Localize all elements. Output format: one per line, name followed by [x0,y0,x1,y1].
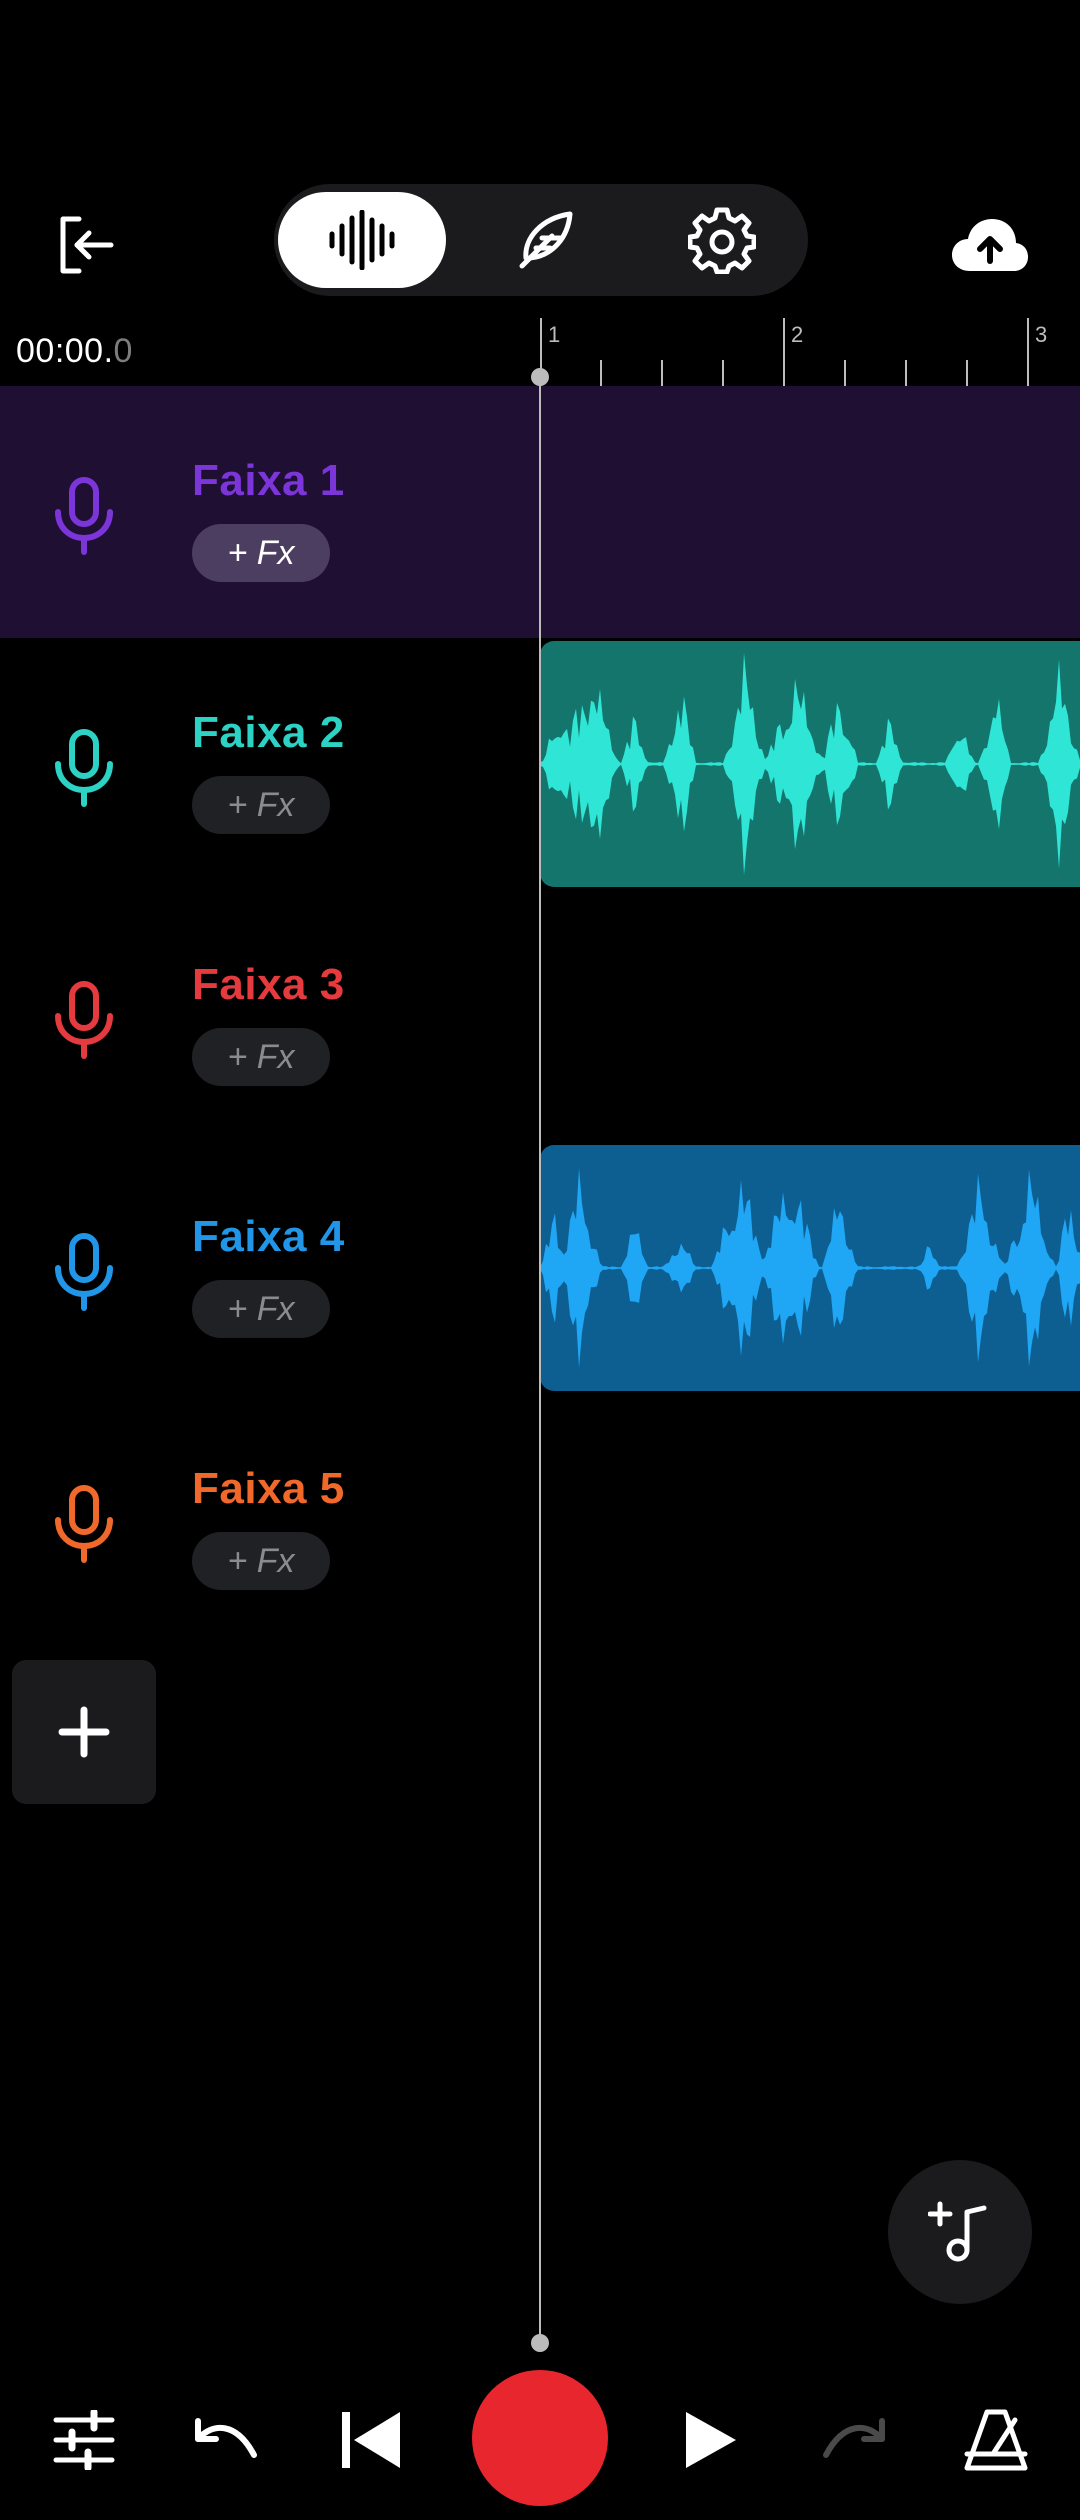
track-name[interactable]: Faixa 1 [192,456,345,506]
audio-clip[interactable] [540,641,1080,887]
ruler-minor-tick [966,360,968,386]
mixer-button[interactable] [34,2390,134,2490]
ruler-bar-number: 1 [548,322,561,347]
mode-waveform-button[interactable] [278,192,446,288]
microphone-icon[interactable] [50,1484,118,1564]
track-name[interactable]: Faixa 4 [192,1212,345,1262]
upload-button[interactable] [940,200,1040,290]
waveform-icon [329,210,395,270]
record-button[interactable] [472,2370,608,2506]
exit-icon [60,216,114,274]
add-fx-button[interactable]: + Fx [192,524,330,582]
play-button[interactable] [660,2390,760,2490]
mode-settings-button[interactable] [638,192,806,288]
mode-switcher [274,184,808,296]
mode-lyrics-button[interactable] [460,192,628,288]
ruler-minor-tick [844,360,846,386]
ruler-bar-number: 2 [791,322,804,347]
ruler-bar-number: 3 [1035,322,1048,347]
ruler-minor-tick [722,360,724,386]
time-readout: 00:00.0 [16,332,133,371]
add-track-button[interactable] [12,1660,156,1804]
track-name[interactable]: Faixa 3 [192,960,345,1010]
audio-clip[interactable] [540,1145,1080,1391]
waveform [540,1168,1080,1368]
undo-icon [195,2418,257,2458]
playhead-handle-bottom[interactable] [531,2334,549,2352]
play-icon [686,2412,736,2468]
ruler-minor-tick [600,360,602,386]
track-name[interactable]: Faixa 5 [192,1464,345,1514]
feather-icon [519,211,573,269]
add-fx-button[interactable]: + Fx [192,1532,330,1590]
top-bar [0,180,1080,300]
cloud-upload-icon [952,219,1028,271]
undo-button[interactable] [176,2390,276,2490]
plus-icon [58,1706,110,1758]
metronome-button[interactable] [946,2390,1046,2490]
track-name[interactable]: Faixa 2 [192,708,345,758]
mixer-sliders-icon [53,2410,115,2470]
skip-back-icon [342,2412,400,2468]
redo-icon [823,2418,885,2458]
microphone-icon[interactable] [50,1232,118,1312]
ruler-major-tick [783,318,785,386]
add-fx-button[interactable]: + Fx [192,1280,330,1338]
waveform [540,653,1080,875]
redo-button[interactable] [804,2390,904,2490]
ruler-minor-tick [661,360,663,386]
metronome-icon [964,2409,1028,2471]
microphone-icon[interactable] [50,476,118,556]
skip-back-button[interactable] [322,2390,422,2490]
timeline-ruler[interactable]: 1 2 3 [540,310,1080,386]
time-fraction: 0 [113,332,133,370]
time-main: 00:00. [16,332,114,370]
exit-button[interactable] [40,200,130,290]
transport-bar [0,2370,1080,2506]
playhead-handle-top[interactable] [531,368,549,386]
add-music-note-icon [928,2201,987,2262]
gear-icon [688,207,756,274]
add-music-note-button[interactable] [888,2160,1032,2304]
ruler-major-tick [1027,318,1029,386]
add-fx-button[interactable]: + Fx [192,776,330,834]
ruler-minor-tick [905,360,907,386]
add-fx-button[interactable]: + Fx [192,1028,330,1086]
microphone-icon[interactable] [50,980,118,1060]
microphone-icon[interactable] [50,728,118,808]
playhead-line[interactable] [539,374,541,2344]
